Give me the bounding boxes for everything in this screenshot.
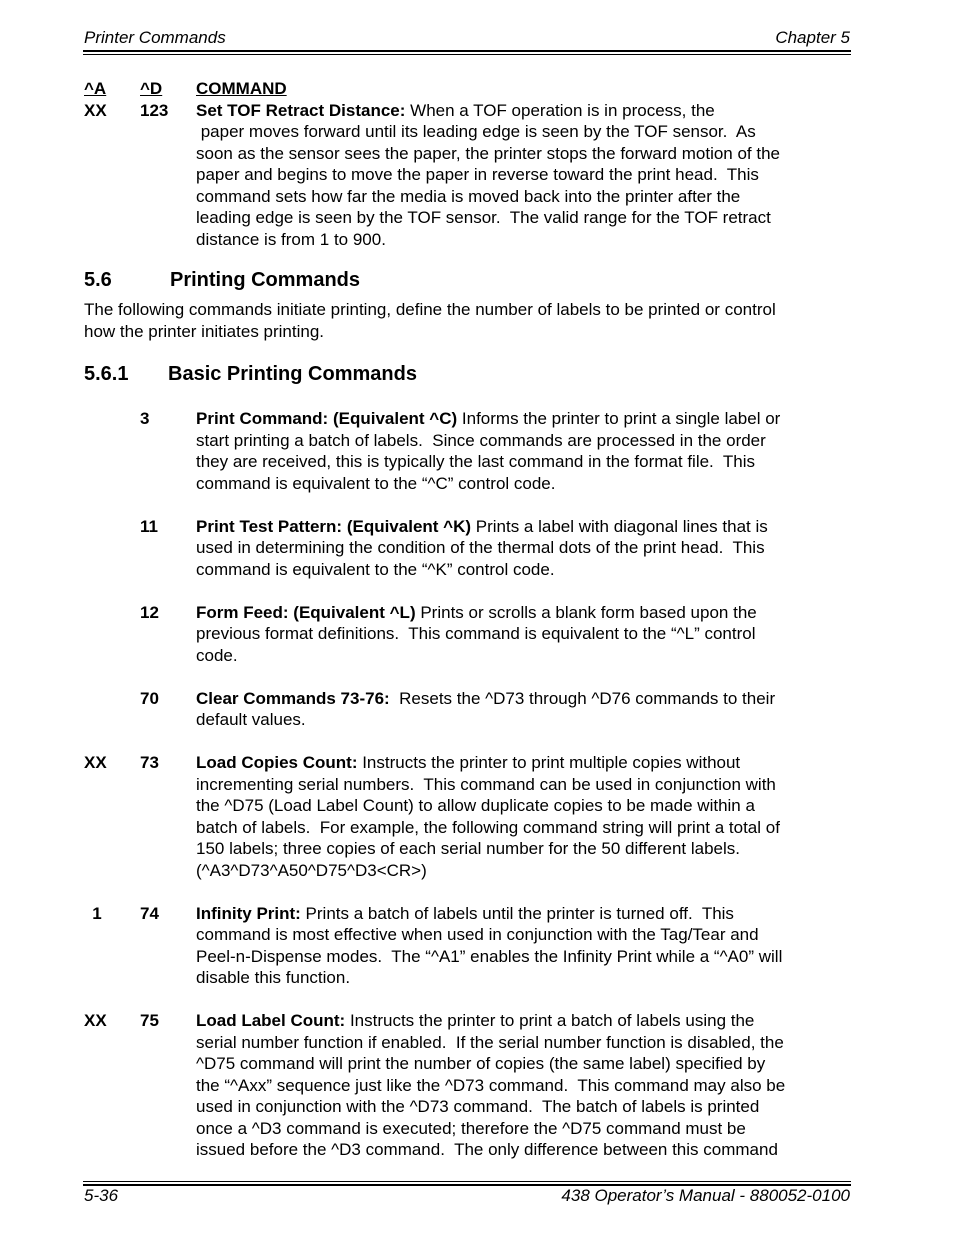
column-header-d: ^D [140, 79, 163, 98]
command-description: Infinity Print: Prints a batch of labels… [196, 903, 854, 989]
command-title: Load Copies Count: [196, 753, 358, 772]
intro-line: how the printer initiates printing. [84, 321, 325, 341]
command-text-line: used in determining the condition of the… [196, 538, 765, 557]
command-d-code: 3 [140, 409, 150, 428]
command-entry-75: XX 75 Load Label Count: Instructs the prin… [84, 1010, 854, 1161]
command-description: Set TOF Retract Distance: When a TOF ope… [196, 100, 854, 251]
command-text-line: command sets how far the media is moved … [196, 186, 741, 206]
command-d-code: 75 [140, 1011, 159, 1030]
command-list: 3 Print Command: (Equivalent ^C) Informs … [84, 408, 854, 1161]
subsection-heading: 5.6.1 Basic Printing Commands [84, 363, 854, 388]
header-section-title: Printer Commands [84, 28, 226, 47]
command-text-line: start printing a batch of labels. Since … [196, 430, 766, 450]
command-text-line: Prints or scrolls a blank form based upo… [415, 602, 757, 622]
column-header-command: COMMAND [196, 79, 287, 98]
command-description: Print Command: (Equivalent ^C) Informs t… [196, 408, 854, 494]
subsection-title: Basic Printing Commands [168, 363, 417, 385]
command-d-code: 12 [140, 602, 159, 622]
command-entry-70: 70 Clear Commands 73-76: Resets the ^D73 … [84, 688, 854, 731]
command-d-code: 123 [140, 100, 169, 120]
command-a-value: XX [84, 1011, 107, 1030]
command-text-line: used in conjunction with the ^D73 comman… [196, 1097, 760, 1116]
command-text-line: When a TOF operation is in process, the [405, 100, 715, 120]
command-text-line: command is equivalent to the “^K” contro… [196, 559, 555, 579]
command-a-value: 1 [92, 903, 102, 923]
command-text-line: Instructs the printer to print multiple … [357, 753, 741, 772]
section-intro: The following commands initiate printing… [84, 299, 854, 342]
command-description: Load Label Count: Instructs the printer … [196, 1010, 854, 1161]
command-text-line: Resets the ^D73 through ^D76 commands to… [389, 688, 776, 708]
command-text-line: ^D75 command will print the number of co… [196, 1054, 766, 1073]
intro-line: The following commands initiate printing… [84, 300, 776, 319]
column-headers: ^A ^D COMMAND [84, 78, 854, 100]
command-entry-123: XX 123 Set TOF Retract Distance: When a … [84, 100, 854, 251]
section-title: Printing Commands [170, 269, 361, 291]
command-text-line: paper and begins to move the paper in re… [196, 165, 759, 184]
column-header-a: ^A [84, 79, 107, 98]
command-d-code: 73 [140, 753, 159, 772]
header-rule-thin [83, 54, 851, 55]
page-header: Printer Commands Chapter 5 [84, 28, 850, 48]
command-title: Form Feed: (Equivalent ^L) [196, 602, 416, 622]
command-entry-12: 12 Form Feed: (Equivalent ^L) Prints or s… [84, 602, 854, 667]
page-footer: 5-36 438 Operator’s Manual - 880052-0100 [84, 1186, 850, 1206]
command-title: Clear Commands 73-76: [196, 688, 390, 708]
command-d-code: 70 [140, 688, 159, 708]
header-chapter: Chapter 5 [775, 28, 850, 47]
command-d-code: 11 [140, 516, 158, 536]
footer-rule-thin [83, 1181, 851, 1182]
command-a-value: XX [84, 753, 107, 772]
command-title: Print Test Pattern: (Equivalent ^K) [196, 516, 472, 536]
command-text-line: they are received, this is typically the… [196, 452, 756, 471]
command-text-line: distance is from 1 to 900. [196, 229, 386, 249]
command-text-line: the ^D75 (Load Label Count) to allow dup… [196, 796, 755, 815]
command-description: Load Copies Count: Instructs the printer… [196, 752, 854, 881]
command-text-line: default values. [196, 710, 306, 729]
command-title: Print Command: (Equivalent ^C) [196, 409, 458, 428]
command-text-line: serial number function if enabled. If th… [196, 1032, 784, 1052]
command-description: Clear Commands 73-76: Resets the ^D73 th… [196, 688, 854, 731]
command-text-line: batch of labels. For example, the follow… [196, 817, 780, 837]
command-text-line: (^A3^D73^A50^D75^D3<CR>) [196, 860, 427, 880]
command-text-line: 150 labels; three copies of each serial … [196, 839, 741, 858]
command-a-value: XX [84, 100, 107, 120]
header-rule-thick [83, 50, 851, 52]
command-entry-74: 1 74 Infinity Print: Prints a batch of lab… [84, 903, 854, 989]
command-text-line: soon as the sensor sees the paper, the p… [196, 143, 781, 163]
command-title: Set TOF Retract Distance: [196, 100, 406, 120]
command-description: Print Test Pattern: (Equivalent ^K) Prin… [196, 516, 854, 581]
command-text-line: command is most effective when used in c… [196, 925, 759, 944]
manual-title: 438 Operator’s Manual - 880052-0100 [561, 1186, 850, 1205]
subsection-number: 5.6.1 [84, 363, 129, 385]
command-entry-73: XX 73 Load Copies Count: Instructs the pri… [84, 752, 854, 881]
section-heading: 5.6 Printing Commands [84, 269, 854, 294]
command-text-line: issued before the ^D3 command. The only … [196, 1140, 778, 1159]
command-text-line: Peel-n-Dispense modes. The “^A1” enables… [196, 946, 783, 966]
command-d-code: 74 [140, 903, 159, 923]
page-number: 5-36 [84, 1186, 119, 1205]
command-text-line: code. [196, 645, 238, 665]
command-text-line: once a ^D3 command is executed; therefor… [196, 1118, 746, 1138]
command-description: Form Feed: (Equivalent ^L) Prints or scr… [196, 602, 854, 667]
command-text-line: Prints a batch of labels until the print… [300, 903, 734, 923]
command-text-line: incrementing serial numbers. This comman… [196, 774, 776, 794]
command-text-line: previous format definitions. This comman… [196, 624, 756, 643]
command-text-line: Prints a label with diagonal lines that … [471, 516, 768, 536]
command-text-line: the “^Axx” sequence just like the ^D73 c… [196, 1075, 786, 1095]
command-text-line: leading edge is seen by the TOF sensor. … [196, 208, 771, 227]
command-title: Infinity Print: [196, 903, 301, 923]
command-text-line: command is equivalent to the “^C” contro… [196, 473, 556, 493]
command-text-line: Instructs the printer to print a batch o… [345, 1011, 755, 1030]
command-title: Load Label Count: [196, 1011, 346, 1030]
page-content: ^A ^D COMMAND XX 123 Set TOF Retract Dis… [84, 78, 854, 1161]
command-entry-11: 11 Print Test Pattern: (Equivalent ^K) Pr… [84, 516, 854, 581]
command-text-line: disable this function. [196, 968, 351, 987]
section-number: 5.6 [84, 269, 112, 291]
command-entry-3: 3 Print Command: (Equivalent ^C) Informs … [84, 408, 854, 494]
command-text-line: Informs the printer to print a single la… [457, 409, 781, 428]
command-text-line: paper moves forward until its leading ed… [196, 122, 756, 141]
